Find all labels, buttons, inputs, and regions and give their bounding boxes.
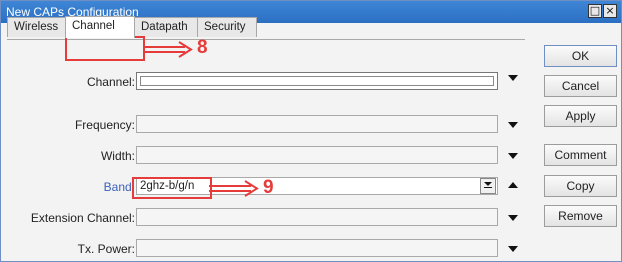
extension-channel-row: Extension Channel: <box>1 208 531 228</box>
annotation-arrow-9 <box>209 180 259 197</box>
tx-power-row: Tx. Power: <box>1 239 531 259</box>
remove-button[interactable]: Remove <box>544 205 617 227</box>
chevron-down-icon[interactable] <box>508 75 518 81</box>
annotation-arrow-8 <box>143 41 193 58</box>
frequency-row: Frequency: <box>1 115 531 135</box>
tx-power-label: Tx. Power: <box>77 242 135 256</box>
annotation-number-8: 8 <box>197 37 208 58</box>
window-controls: □ × <box>588 4 617 18</box>
up-arrow-icon[interactable] <box>508 182 518 188</box>
tx-power-field[interactable] <box>136 239 498 257</box>
extension-channel-label: Extension Channel: <box>30 211 135 225</box>
close-icon[interactable]: × <box>603 4 617 18</box>
tab-datapath[interactable]: Datapath <box>134 17 198 37</box>
channel-field[interactable] <box>136 72 498 90</box>
width-row: Width: <box>1 146 531 166</box>
channel-field-inner <box>140 76 494 86</box>
spin-down-icon[interactable] <box>480 178 496 194</box>
chevron-down-icon[interactable] <box>508 153 518 159</box>
cancel-button[interactable]: Cancel <box>544 75 617 97</box>
extension-channel-field[interactable] <box>136 208 498 226</box>
chevron-down-icon[interactable] <box>508 215 518 221</box>
channel-label: Channel: <box>86 75 135 89</box>
maximize-icon[interactable]: □ <box>588 4 602 18</box>
width-label: Width: <box>100 149 135 163</box>
chevron-down-icon[interactable] <box>508 246 518 252</box>
tab-channel[interactable]: Channel <box>65 16 135 38</box>
annotation-number-9: 9 <box>263 177 274 198</box>
dialog-window: New CAPs Configuration □ × Wireless Chan… <box>0 0 622 262</box>
frequency-label: Frequency: <box>74 118 135 132</box>
channel-row: Channel: <box>1 72 531 92</box>
apply-button[interactable]: Apply <box>544 105 617 127</box>
tab-security[interactable]: Security <box>197 17 257 37</box>
width-field[interactable] <box>136 146 498 164</box>
tab-wireless[interactable]: Wireless <box>7 17 67 37</box>
copy-button[interactable]: Copy <box>544 175 617 197</box>
band-label: Band: <box>103 180 135 194</box>
frequency-field[interactable] <box>136 115 498 133</box>
annotation-box-band <box>132 177 212 199</box>
ok-button[interactable]: OK <box>544 45 617 67</box>
comment-button[interactable]: Comment <box>544 144 617 166</box>
annotation-box-channel-tab <box>65 36 145 61</box>
chevron-down-icon[interactable] <box>508 122 518 128</box>
